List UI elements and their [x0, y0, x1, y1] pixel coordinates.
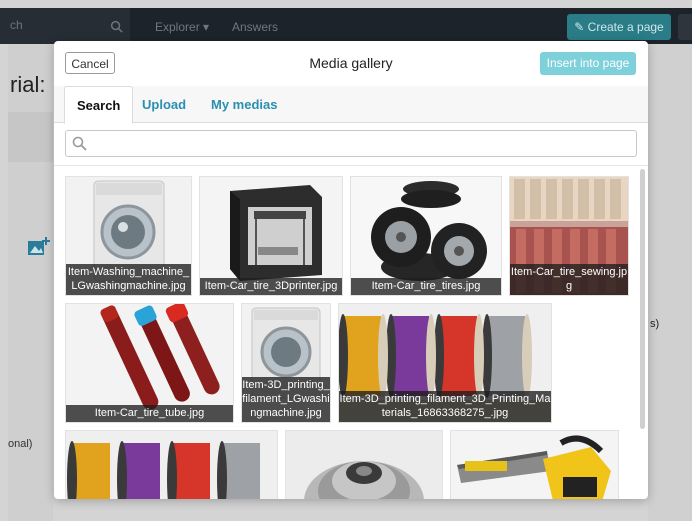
bg-right-panel: [648, 44, 692, 521]
media-search-input[interactable]: [92, 133, 634, 155]
media-caption: Item-Washing_machine_LGwashingmachine.jp…: [66, 264, 191, 295]
gallery-tabs: Search Upload My medias: [54, 86, 648, 124]
tab-search[interactable]: Search: [64, 86, 134, 124]
media-item[interactable]: Item-3D_printing_filament_LGwashingmachi…: [241, 303, 331, 423]
cancel-button[interactable]: Cancel: [65, 52, 115, 74]
media-item[interactable]: [450, 430, 619, 499]
bg-right-text: s): [650, 318, 660, 330]
search-icon[interactable]: [110, 20, 123, 33]
nav-explorer[interactable]: Explorer ▾: [155, 20, 209, 34]
media-item[interactable]: Item-3D_printing_filament_3D_Printing_Ma…: [338, 303, 552, 423]
bg-left-band: [8, 112, 53, 162]
media-item[interactable]: [285, 430, 443, 499]
nav-answers[interactable]: Answers: [232, 20, 278, 34]
tab-upload[interactable]: Upload: [130, 86, 198, 122]
search-icon: [72, 136, 87, 151]
create-page-button[interactable]: ✎ Create a page: [567, 14, 671, 40]
bg-page-title: rial:: [10, 72, 46, 97]
add-image-icon[interactable]: [28, 237, 50, 257]
media-item[interactable]: Item-Car_tire_tires.jpg: [350, 176, 502, 296]
gallery-scrollbar[interactable]: [640, 169, 645, 429]
media-caption: Item-Car_tire_tires.jpg: [351, 278, 501, 295]
media-item[interactable]: Item-Washing_machine_LGwashingmachine.jp…: [65, 176, 192, 296]
tab-my-medias[interactable]: My medias: [199, 86, 289, 122]
media-caption: Item-3D_printing_filament_LGwashingmachi…: [242, 377, 330, 422]
media-caption: Item-Car_tire_tube.jpg: [66, 405, 233, 422]
insert-into-page-button[interactable]: Insert into page: [540, 52, 636, 75]
media-search-box: [65, 130, 637, 157]
chainsaw-image: [451, 431, 618, 499]
media-caption: Item-3D_printing_filament_3D_Printing_Ma…: [339, 391, 551, 422]
bg-edge-button[interactable]: [678, 14, 692, 40]
bg-left-label: onal): [8, 438, 33, 450]
media-caption: Item-Car_tire_3Dprinter.jpg: [200, 278, 342, 295]
media-item[interactable]: Item-Car_tire_sewing.jpg: [509, 176, 629, 296]
media-item[interactable]: [65, 430, 278, 499]
media-caption: Item-Car_tire_sewing.jpg: [510, 264, 628, 295]
modal-header: Cancel Media gallery Insert into page: [54, 41, 648, 87]
divider: [54, 165, 648, 166]
media-item[interactable]: Item-Car_tire_tube.jpg: [65, 303, 234, 423]
filament-spools-image: [66, 431, 277, 499]
pencil-icon: ✎: [574, 20, 588, 34]
bg-search-text: ch: [10, 18, 23, 32]
bike-cassette-image: [286, 431, 442, 499]
create-page-label: Create a page: [587, 20, 664, 34]
media-gallery-modal: Cancel Media gallery Insert into page Se…: [54, 41, 648, 499]
media-item[interactable]: Item-Car_tire_3Dprinter.jpg: [199, 176, 343, 296]
